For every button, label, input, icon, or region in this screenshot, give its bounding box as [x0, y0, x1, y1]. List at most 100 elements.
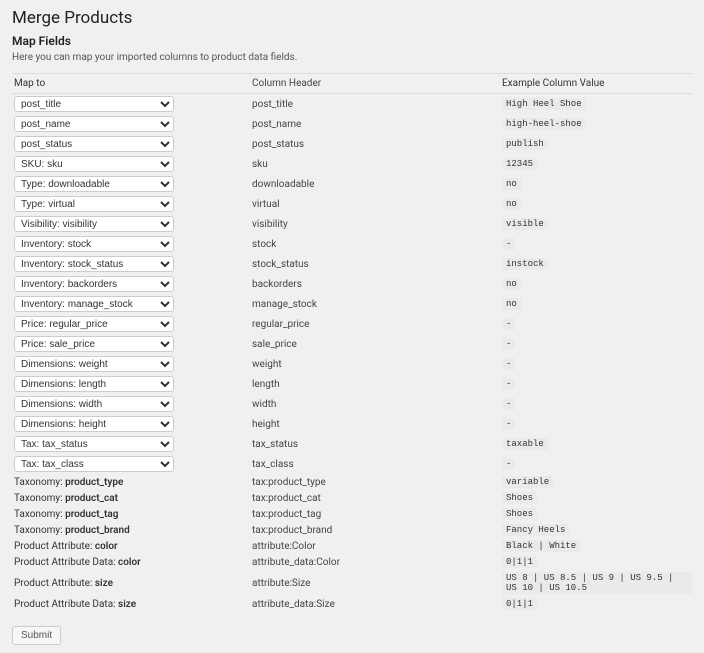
table-row: Tax: tax_classtax_class-	[12, 454, 692, 474]
col-header-example: Example Column Value	[502, 78, 692, 89]
map-to-select[interactable]: Tax: tax_class	[14, 456, 174, 472]
column-header-value: stock	[252, 239, 502, 250]
example-value: publish	[502, 138, 548, 150]
map-to-select[interactable]: Tax: tax_status	[14, 436, 174, 452]
table-row: Product Attribute: size attribute:SizeUS …	[12, 570, 692, 596]
table-row: Price: sale_price sale_price-	[12, 334, 692, 354]
map-to-select[interactable]: SKU: sku	[14, 156, 174, 172]
map-to-select[interactable]: post_title	[14, 96, 174, 112]
table-row: Dimensions: weightweight-	[12, 354, 692, 374]
example-value: taxable	[502, 438, 548, 450]
table-row: Inventory: stock_status stock_statusinsto…	[12, 254, 692, 274]
column-header-value: sale_price	[252, 339, 502, 350]
table-row: SKU: sku sku12345	[12, 154, 692, 174]
column-header-value: visibility	[252, 219, 502, 230]
table-row: Product Attribute Data: size attribute_da…	[12, 596, 692, 612]
map-to-label: Product Attribute Data: size	[14, 599, 136, 610]
map-to-select[interactable]: Dimensions: weight	[14, 356, 174, 372]
column-header-value: virtual	[252, 199, 502, 210]
col-header-column-header: Column Header	[252, 78, 502, 89]
example-value: high-heel-shoe	[502, 118, 586, 130]
table-row: Taxonomy: product_brandtax:product_brand…	[12, 522, 692, 538]
column-header-value: height	[252, 419, 502, 430]
example-value: -	[502, 338, 515, 350]
example-value: US 8 | US 8.5 | US 9 | US 9.5 | US 10 | …	[502, 572, 692, 594]
column-header-value: sku	[252, 159, 502, 170]
map-to-label: Taxonomy: product_type	[14, 477, 123, 488]
map-to-select[interactable]: Dimensions: width	[14, 396, 174, 412]
example-value: High Heel Shoe	[502, 98, 586, 110]
example-value: -	[502, 378, 515, 390]
example-value: no	[502, 178, 521, 190]
column-header-value: post_title	[252, 99, 502, 110]
table-row: post_statuspost_statuspublish	[12, 134, 692, 154]
column-header-value: regular_price	[252, 319, 502, 330]
map-to-select[interactable]: Type: downloadable	[14, 176, 174, 192]
map-to-label: Taxonomy: product_tag	[14, 509, 118, 520]
example-value: no	[502, 278, 521, 290]
table-row: Dimensions: height height-	[12, 414, 692, 434]
column-header-value: stock_status	[252, 259, 502, 270]
example-value: -	[502, 398, 515, 410]
field-mapping-table: Map to Column Header Example Column Valu…	[12, 73, 692, 612]
map-to-label: Taxonomy: product_brand	[14, 525, 130, 536]
table-row: Inventory: stockstock-	[12, 234, 692, 254]
table-row: Product Attribute: colorattribute:ColorB…	[12, 538, 692, 554]
example-value: no	[502, 198, 521, 210]
column-header-value: length	[252, 379, 502, 390]
example-value: Black | White	[502, 540, 580, 552]
submit-button[interactable]: Submit	[12, 626, 61, 645]
column-header-value: backorders	[252, 279, 502, 290]
section-title: Map Fields	[12, 34, 692, 48]
page-title: Merge Products	[12, 8, 692, 28]
example-value: variable	[502, 476, 553, 488]
map-to-select[interactable]: Inventory: stock	[14, 236, 174, 252]
table-row: post_namepost_namehigh-heel-shoe	[12, 114, 692, 134]
column-header-value: attribute:Size	[252, 578, 502, 589]
table-row: Type: downloadabledownloadableno	[12, 174, 692, 194]
example-value: -	[502, 418, 515, 430]
example-value: Fancy Heels	[502, 524, 569, 536]
example-value: 0|1|1	[502, 598, 537, 610]
map-to-select[interactable]: post_name	[14, 116, 174, 132]
map-to-select[interactable]: Inventory: manage_stock	[14, 296, 174, 312]
map-to-select[interactable]: Price: regular_price	[14, 316, 174, 332]
map-to-select[interactable]: Inventory: stock_status	[14, 256, 174, 272]
table-row: Inventory: backorders backordersno	[12, 274, 692, 294]
column-header-value: attribute_data:Size	[252, 599, 502, 610]
map-to-select[interactable]: Inventory: backorders	[14, 276, 174, 292]
table-header-row: Map to Column Header Example Column Valu…	[12, 73, 692, 94]
example-value: 12345	[502, 158, 537, 170]
map-to-select[interactable]: Type: virtual	[14, 196, 174, 212]
table-row: Tax: tax_status tax_statustaxable	[12, 434, 692, 454]
column-header-value: tax:product_type	[252, 477, 502, 488]
example-value: -	[502, 458, 515, 470]
column-header-value: attribute_data:Color	[252, 557, 502, 568]
table-row: Visibility: visibility visibilityvisible	[12, 214, 692, 234]
section-description: Here you can map your imported columns t…	[12, 52, 692, 63]
map-to-select[interactable]: Price: sale_price	[14, 336, 174, 352]
column-header-value: tax_status	[252, 439, 502, 450]
example-value: Shoes	[502, 508, 537, 520]
example-value: -	[502, 318, 515, 330]
table-row: Price: regular_price regular_price-	[12, 314, 692, 334]
column-header-value: post_status	[252, 139, 502, 150]
column-header-value: width	[252, 399, 502, 410]
example-value: visible	[502, 218, 548, 230]
table-row: Taxonomy: product_type tax:product_typeva…	[12, 474, 692, 490]
column-header-value: tax:product_cat	[252, 493, 502, 504]
map-to-select[interactable]: Dimensions: length	[14, 376, 174, 392]
map-to-label: Product Attribute: size	[14, 578, 113, 589]
map-to-select[interactable]: Dimensions: height	[14, 416, 174, 432]
example-value: 0|1|1	[502, 556, 537, 568]
col-header-map-to: Map to	[12, 78, 252, 89]
table-row: Taxonomy: product_cattax:product_catShoe…	[12, 490, 692, 506]
example-value: instock	[502, 258, 548, 270]
column-header-value: tax:product_tag	[252, 509, 502, 520]
map-to-select[interactable]: Visibility: visibility	[14, 216, 174, 232]
table-row: Dimensions: width width-	[12, 394, 692, 414]
table-row: Dimensions: length length-	[12, 374, 692, 394]
map-to-select[interactable]: post_status	[14, 136, 174, 152]
column-header-value: manage_stock	[252, 299, 502, 310]
example-value: -	[502, 358, 515, 370]
